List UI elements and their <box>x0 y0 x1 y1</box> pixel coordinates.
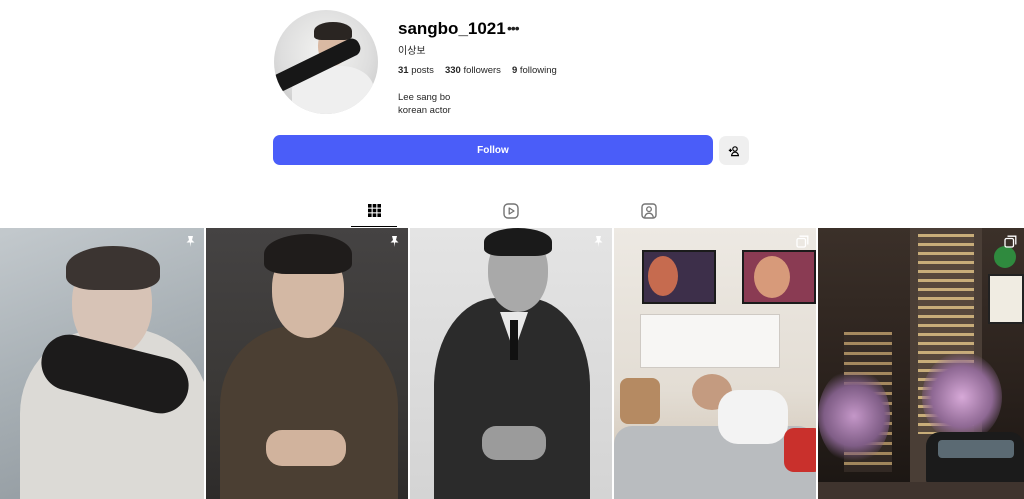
profile-avatar[interactable] <box>274 10 378 114</box>
profile-bio: Lee sang bo korean actor <box>398 91 451 117</box>
posts-count: 31 <box>398 65 409 76</box>
posts-stat: 31 posts <box>398 65 434 76</box>
bio-line: korean actor <box>398 105 451 116</box>
carousel-icon <box>1004 235 1017 248</box>
pin-icon <box>186 236 195 247</box>
pin-icon <box>594 236 603 247</box>
more-options-icon[interactable]: ••• <box>507 20 520 36</box>
suggested-accounts-button[interactable] <box>719 136 749 165</box>
bio-line: Lee sang bo <box>398 92 451 103</box>
add-person-icon <box>728 145 740 156</box>
followers-label: followers <box>463 65 501 76</box>
reels-icon <box>503 203 519 219</box>
following-label: following <box>519 65 557 76</box>
following-stat[interactable]: 9 following <box>512 65 557 76</box>
profile-full-name: 이상보 <box>398 46 426 57</box>
post-tile[interactable] <box>614 228 816 499</box>
post-tile[interactable] <box>410 228 612 499</box>
profile-stats: 31 posts 330 followers 9 following <box>398 65 557 76</box>
tab-reels[interactable] <box>488 201 534 227</box>
tagged-icon <box>641 203 657 219</box>
profile-username: sangbo_1021 <box>398 19 506 38</box>
follow-button[interactable]: Follow <box>273 135 713 165</box>
followers-count: 330 <box>444 65 461 76</box>
posts-grid <box>0 228 1024 499</box>
followers-stat[interactable]: 330 followers <box>445 65 501 76</box>
pin-icon <box>390 236 399 247</box>
carousel-icon <box>796 235 809 248</box>
post-tile[interactable] <box>206 228 408 499</box>
post-tile[interactable] <box>0 228 204 499</box>
grid-icon <box>367 204 381 217</box>
post-tile[interactable] <box>818 228 1024 499</box>
following-count: 9 <box>511 65 518 76</box>
tab-tagged[interactable] <box>626 201 672 227</box>
posts-label: posts <box>411 65 434 76</box>
tab-posts[interactable] <box>351 201 397 227</box>
